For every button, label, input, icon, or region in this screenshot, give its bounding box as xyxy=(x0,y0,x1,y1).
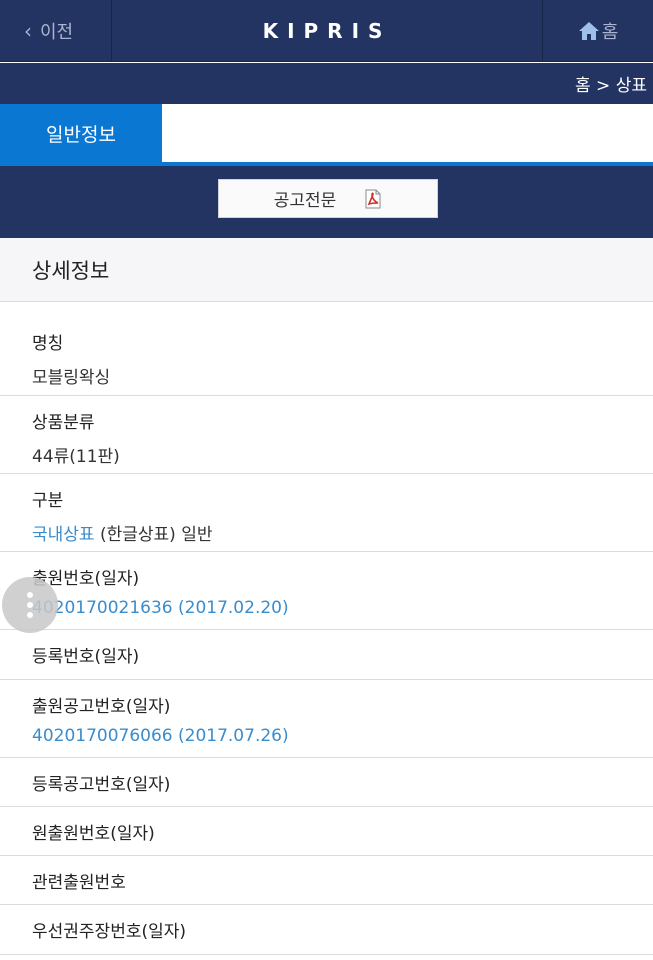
field-name: 명칭 모블링왁싱 xyxy=(0,303,653,396)
type-detail: (한글상표) 일반 xyxy=(99,525,213,545)
field-registration-publication-number: 등록공고번호(일자) xyxy=(0,758,653,807)
field-label: 등록번호(일자) xyxy=(32,647,140,667)
dot-icon xyxy=(27,602,33,608)
field-value: 44류(11판) xyxy=(32,447,120,467)
field-label: 상품분류 xyxy=(32,413,95,433)
field-label: 출원번호(일자) xyxy=(32,569,140,589)
field-label: 구분 xyxy=(32,491,64,511)
back-button[interactable]: ‹ 이전 xyxy=(0,0,112,62)
section-title: 상세정보 xyxy=(0,238,653,302)
back-label: 이전 xyxy=(40,22,74,43)
pdf-icon xyxy=(365,189,381,208)
field-type: 구분 국내상표 (한글상표) 일반 xyxy=(0,474,653,552)
home-button[interactable]: 홈 xyxy=(542,0,653,62)
field-application-number: 출원번호(일자) 4020170021636 (2017.02.20) xyxy=(0,552,653,630)
tab-general-info[interactable]: 일반정보 xyxy=(0,104,162,162)
more-options-button[interactable] xyxy=(2,577,58,633)
dot-icon xyxy=(27,592,33,598)
dot-icon xyxy=(27,612,33,618)
field-class: 상품분류 44류(11판) xyxy=(0,396,653,474)
field-priority-claim-number: 우선권주장번호(일자) xyxy=(0,905,653,955)
field-label: 우선권주장번호(일자) xyxy=(32,922,187,942)
field-registration-number: 등록번호(일자) xyxy=(0,630,653,680)
action-bar: 공고전문 xyxy=(0,166,653,238)
kipris-logo[interactable]: KIPRIS xyxy=(112,0,542,62)
field-label: 등록공고번호(일자) xyxy=(32,775,171,795)
home-icon xyxy=(578,22,599,40)
field-label: 명칭 xyxy=(32,334,64,354)
notice-full-text-button[interactable]: 공고전문 xyxy=(218,179,438,218)
tab-bar: 일반정보 xyxy=(0,104,653,166)
field-publication-number: 출원공고번호(일자) 4020170076066 (2017.07.26) xyxy=(0,680,653,758)
notice-button-label: 공고전문 xyxy=(273,191,337,211)
field-label: 관련출원번호 xyxy=(32,873,126,893)
home-label: 홈 xyxy=(601,22,619,43)
field-related-application-number: 관련출원번호 xyxy=(0,856,653,905)
field-label: 원출원번호(일자) xyxy=(32,824,155,844)
field-value: 국내상표 (한글상표) 일반 xyxy=(32,520,653,545)
publication-number-link[interactable]: 4020170076066 (2017.07.26) xyxy=(32,726,653,746)
chevron-left-icon: ‹ xyxy=(24,19,32,43)
field-value: 모블링왁싱 xyxy=(32,368,111,388)
field-label: 출원공고번호(일자) xyxy=(32,697,171,717)
domestic-trademark-link[interactable]: 국내상표 xyxy=(32,525,95,545)
field-original-application-number: 원출원번호(일자) xyxy=(0,807,653,856)
breadcrumb: 홈 > 상표 xyxy=(575,76,647,96)
breadcrumb-bar: 홈 > 상표 xyxy=(0,63,653,104)
application-number-link[interactable]: 4020170021636 (2017.02.20) xyxy=(32,598,653,618)
top-bar: ‹ 이전 KIPRIS 홈 xyxy=(0,0,653,62)
